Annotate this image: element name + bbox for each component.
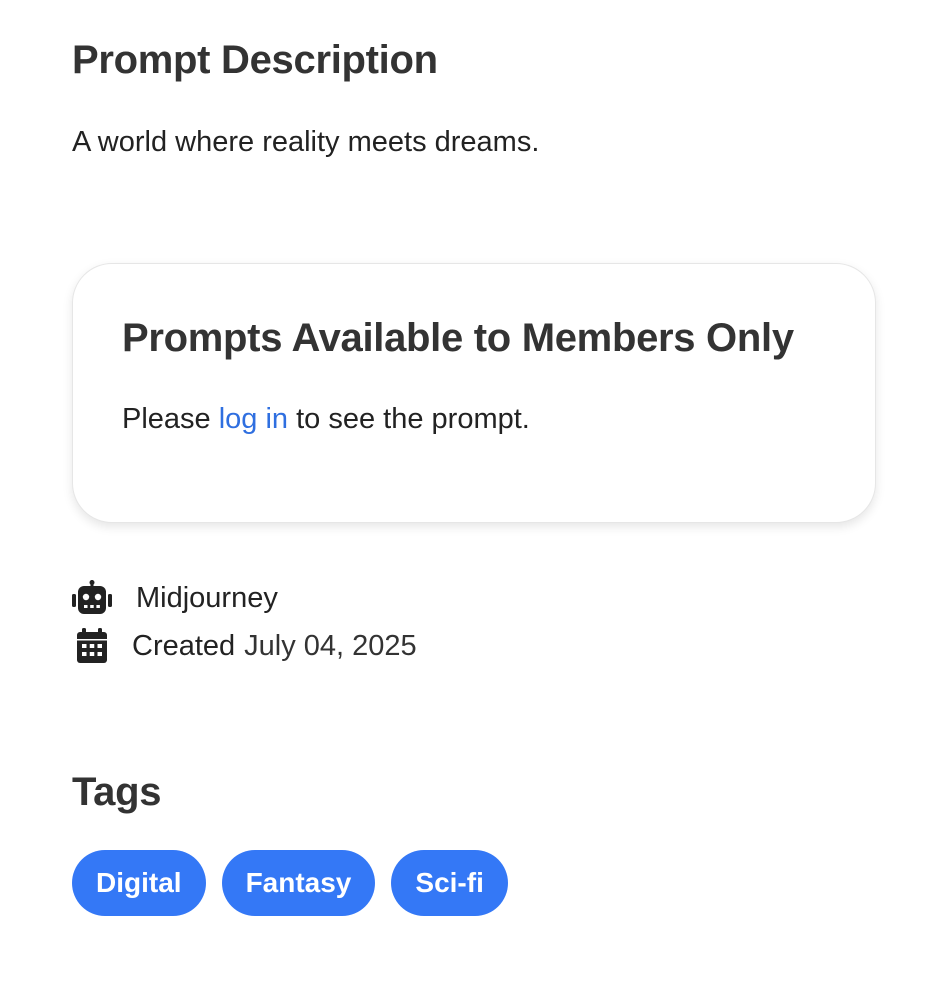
created-label: Created [132, 629, 236, 662]
tag-sci-fi[interactable]: Sci-fi [391, 850, 508, 916]
created-row: Created July 04, 2025 [72, 628, 417, 664]
tag-digital[interactable]: Digital [72, 850, 206, 916]
message-prefix: Please [122, 403, 219, 435]
members-only-card: Prompts Available to Members Only Please… [72, 263, 876, 523]
description-text: A world where reality meets dreams. [72, 126, 540, 158]
robot-icon [72, 580, 112, 616]
login-link[interactable]: log in [219, 403, 288, 435]
members-only-message: Please log in to see the prompt. [122, 403, 530, 436]
tags-heading: Tags [72, 770, 162, 814]
members-only-heading: Prompts Available to Members Only [122, 316, 794, 360]
calendar-icon [76, 628, 108, 664]
message-suffix: to see the prompt. [288, 403, 530, 435]
description-heading: Prompt Description [72, 38, 438, 82]
tag-fantasy[interactable]: Fantasy [221, 850, 376, 916]
model-row: Midjourney [72, 580, 278, 616]
model-name: Midjourney [136, 581, 278, 614]
tag-list: Digital Fantasy Sci-fi [72, 850, 508, 916]
created-date: July 04, 2025 [244, 629, 417, 662]
